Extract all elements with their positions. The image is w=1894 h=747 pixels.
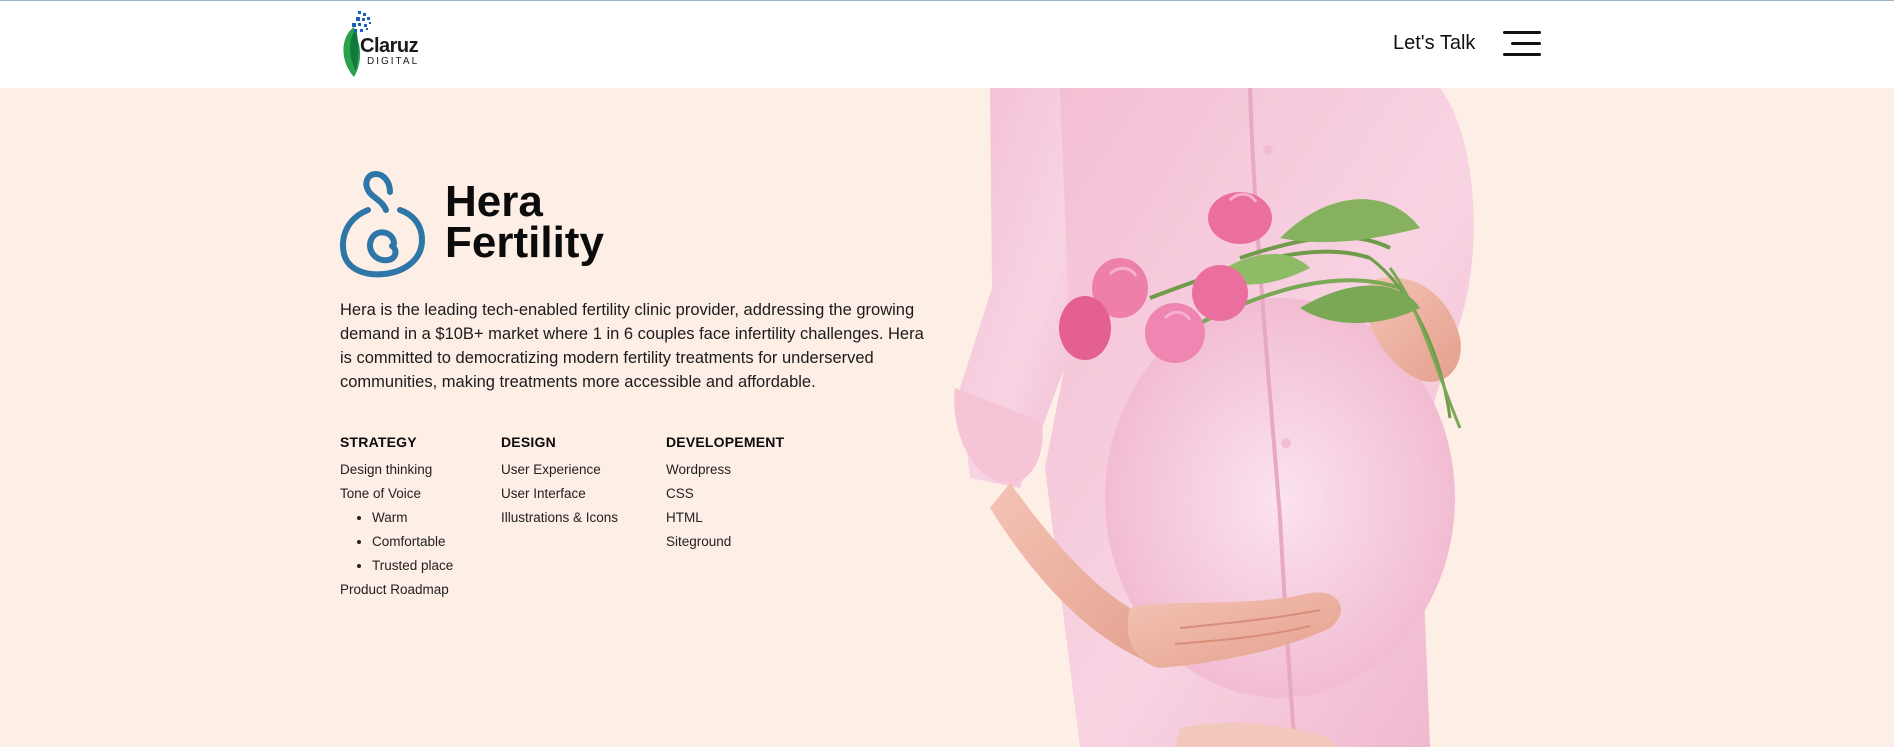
tone-item: Warm	[372, 506, 453, 530]
claruz-logo[interactable]: Claruz DIGITAL	[340, 9, 430, 81]
design-column: DESIGN User Experience User Interface Il…	[501, 434, 618, 530]
development-heading: DEVELOPEMENT	[666, 434, 785, 450]
development-column: DEVELOPEMENT Wordpress CSS HTML Sitegrou…	[666, 434, 784, 554]
hero-photo-pregnant-woman-tulips	[950, 88, 1544, 747]
tone-of-voice-list: Warm Comfortable Trusted place	[340, 506, 453, 578]
logo-wordmark: Claruz	[360, 35, 419, 57]
hera-mother-baby-icon	[338, 170, 426, 278]
development-item: Siteground	[666, 534, 732, 549]
design-item: User Experience	[501, 462, 601, 477]
strategy-column: STRATEGY Design thinking Tone of Voice W…	[340, 434, 453, 602]
project-title: Hera Fertility	[445, 180, 604, 265]
project-title-line2: Fertility	[445, 218, 604, 267]
project-description: Hera is the leading tech-enabled fertili…	[340, 301, 924, 391]
strategy-item: Design thinking	[340, 462, 433, 477]
lets-talk-link[interactable]: Let's Talk	[1393, 32, 1475, 55]
strategy-heading: STRATEGY	[340, 434, 417, 450]
design-item: User Interface	[501, 486, 586, 501]
design-item: Illustrations & Icons	[501, 510, 619, 525]
development-item: HTML	[666, 510, 703, 525]
site-header: Claruz DIGITAL Let's Talk	[0, 1, 1894, 88]
development-item: CSS	[666, 486, 694, 501]
development-item: Wordpress	[666, 462, 732, 477]
strategy-item: Product Roadmap	[340, 582, 449, 597]
tone-item: Trusted place	[372, 554, 453, 578]
strategy-item: Tone of Voice	[340, 486, 422, 501]
hamburger-menu-icon[interactable]	[1503, 31, 1541, 57]
design-heading: DESIGN	[501, 434, 556, 450]
logo-subtitle: DIGITAL	[367, 56, 420, 67]
tone-item: Comfortable	[372, 530, 453, 554]
